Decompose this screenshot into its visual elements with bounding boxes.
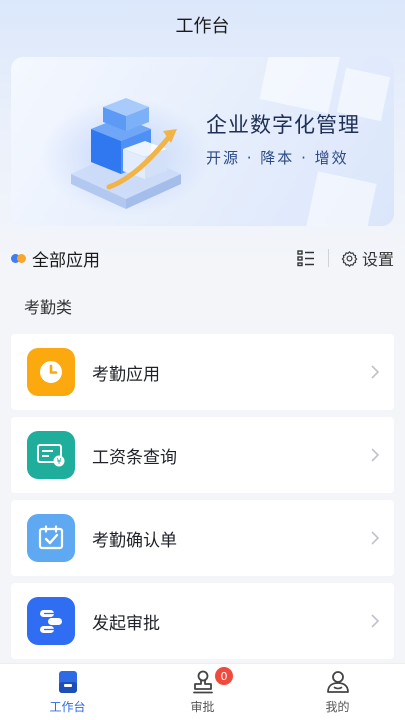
stamp-icon [190,669,216,695]
tab-mine[interactable]: 我的 [270,664,405,720]
page-title: 工作台 [175,16,230,37]
approval-flow-icon [27,597,75,645]
app-card-label: 工资条查询 [92,447,177,468]
banner-decoration [305,171,377,226]
app-card-payslip[interactable]: ¥ 工资条查询 [11,417,394,493]
tab-label: 工作台 [49,700,86,714]
category-label: 考勤类 [24,298,73,317]
cube-growth-illustration [71,98,181,209]
tab-label: 审批 [190,700,215,714]
banner-subtitle: 开源 · 降本 · 增效 [206,149,349,167]
chevron-right-icon [371,365,380,379]
svg-text:¥: ¥ [56,457,61,466]
user-icon [325,669,351,695]
tab-approval[interactable]: 0 审批 [135,664,270,720]
tab-label: 我的 [325,700,350,714]
app-card-start-approval[interactable]: 发起审批 [11,583,394,659]
chevron-right-icon [371,448,380,462]
banner-title: 企业数字化管理 [206,113,360,137]
settings-button[interactable]: 设置 [341,246,394,270]
notification-badge: 0 [215,667,233,685]
gear-icon [341,250,358,267]
workbench-icon [55,669,81,695]
chevron-right-icon [371,614,380,628]
app-card-attendance[interactable]: 考勤应用 [11,334,394,410]
promo-banner[interactable]: 企业数字化管理 开源 · 降本 · 增效 [11,57,394,226]
all-apps-header: 全部应用 设置 [11,240,394,276]
section-title: 全部应用 [32,250,100,271]
tab-workbench[interactable]: 工作台 [0,664,135,720]
payslip-icon: ¥ [27,431,75,479]
app-card-label: 考勤确认单 [92,530,177,551]
clock-icon [27,348,75,396]
section-dots-icon [11,253,27,263]
header-divider [327,249,329,267]
calendar-check-icon [27,514,75,562]
chevron-right-icon [371,531,380,545]
banner-decoration [259,57,343,114]
app-card-attendance-confirm[interactable]: 考勤确认单 [11,500,394,576]
app-card-label: 发起审批 [92,613,160,634]
bottom-tab-bar: 工作台 0 审批 我的 [0,663,405,720]
settings-label: 设置 [361,250,394,269]
app-card-label: 考勤应用 [92,364,160,385]
list-view-icon[interactable] [296,248,316,268]
